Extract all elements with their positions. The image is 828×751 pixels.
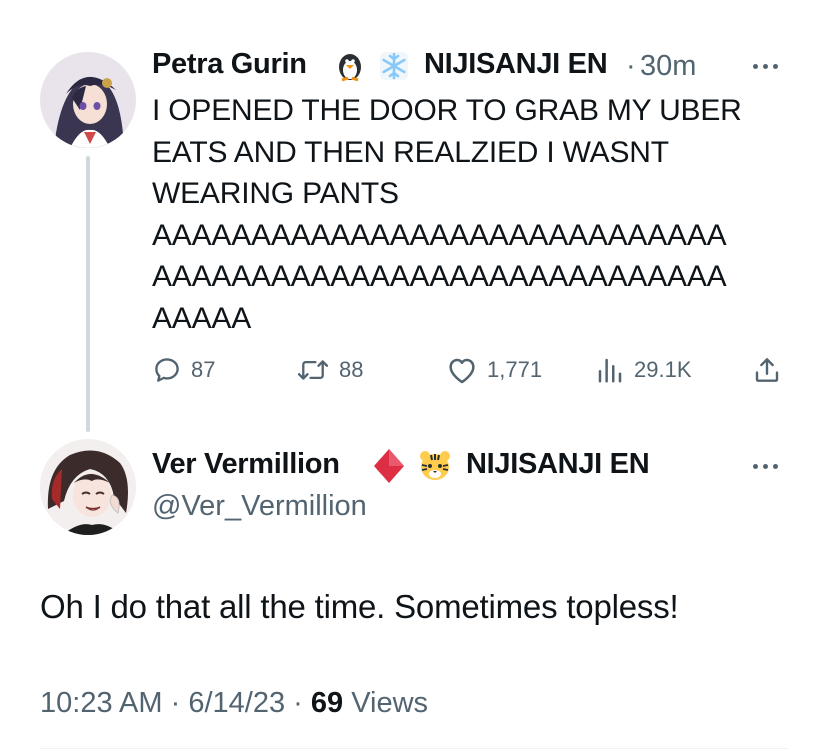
share-button[interactable] bbox=[752, 355, 782, 385]
tweet-time[interactable]: 10:23 AM bbox=[40, 687, 163, 719]
views-number: 69 bbox=[310, 687, 344, 719]
tweet-meta: 10:23 AM · 6/14/23 · 69 Views bbox=[40, 687, 428, 720]
reply-author-affiliation: NIJISANJI EN bbox=[466, 448, 650, 480]
separator-dot: · bbox=[626, 50, 636, 82]
retweet-button[interactable]: 88 bbox=[296, 355, 363, 385]
meta-separator-2: · bbox=[293, 687, 303, 719]
reply-author-handle[interactable]: @Ver_Vermillion bbox=[152, 490, 367, 523]
author-affiliation: NIJISANJI EN bbox=[424, 48, 608, 80]
snowflake-emoji-icon bbox=[378, 50, 410, 87]
timestamp[interactable]: 30m bbox=[640, 50, 696, 83]
like-count: 1,771 bbox=[487, 357, 543, 382]
tweet-text: I OPENED THE DOOR TO GRAB MY UBER EATS A… bbox=[152, 94, 742, 335]
author-name[interactable]: Petra Gurin bbox=[152, 48, 307, 81]
tweet-date[interactable]: 6/14/23 bbox=[188, 687, 285, 719]
retweet-count: 88 bbox=[339, 357, 364, 382]
views-count: 29.1K bbox=[634, 357, 692, 382]
views-label: Views bbox=[351, 687, 429, 719]
reply-more-icon[interactable] bbox=[753, 464, 778, 469]
like-button[interactable]: 1,771 bbox=[446, 355, 542, 385]
penguin-emoji-icon bbox=[334, 50, 366, 87]
thread-line bbox=[86, 156, 90, 432]
avatar-ver-vermillion[interactable] bbox=[40, 439, 136, 535]
views-icon bbox=[595, 355, 625, 385]
reply-count: 87 bbox=[191, 357, 216, 382]
more-icon[interactable] bbox=[753, 64, 778, 69]
bottom-divider bbox=[40, 748, 788, 749]
retweet-icon bbox=[296, 355, 330, 385]
views-button[interactable]: 29.1K bbox=[595, 355, 692, 385]
reply-icon bbox=[152, 355, 182, 385]
reply-author-name[interactable]: Ver Vermillion bbox=[152, 448, 340, 481]
reply-tweet-text: Oh I do that all the time. Sometimes top… bbox=[40, 588, 679, 625]
meta-separator: · bbox=[170, 687, 181, 719]
share-icon bbox=[752, 355, 782, 385]
red-diamond-emoji-icon bbox=[372, 448, 406, 489]
reply-button[interactable]: 87 bbox=[152, 355, 215, 385]
tiger-emoji-icon bbox=[418, 449, 452, 488]
avatar-petra-gurin[interactable] bbox=[40, 52, 136, 148]
heart-icon bbox=[446, 355, 478, 385]
